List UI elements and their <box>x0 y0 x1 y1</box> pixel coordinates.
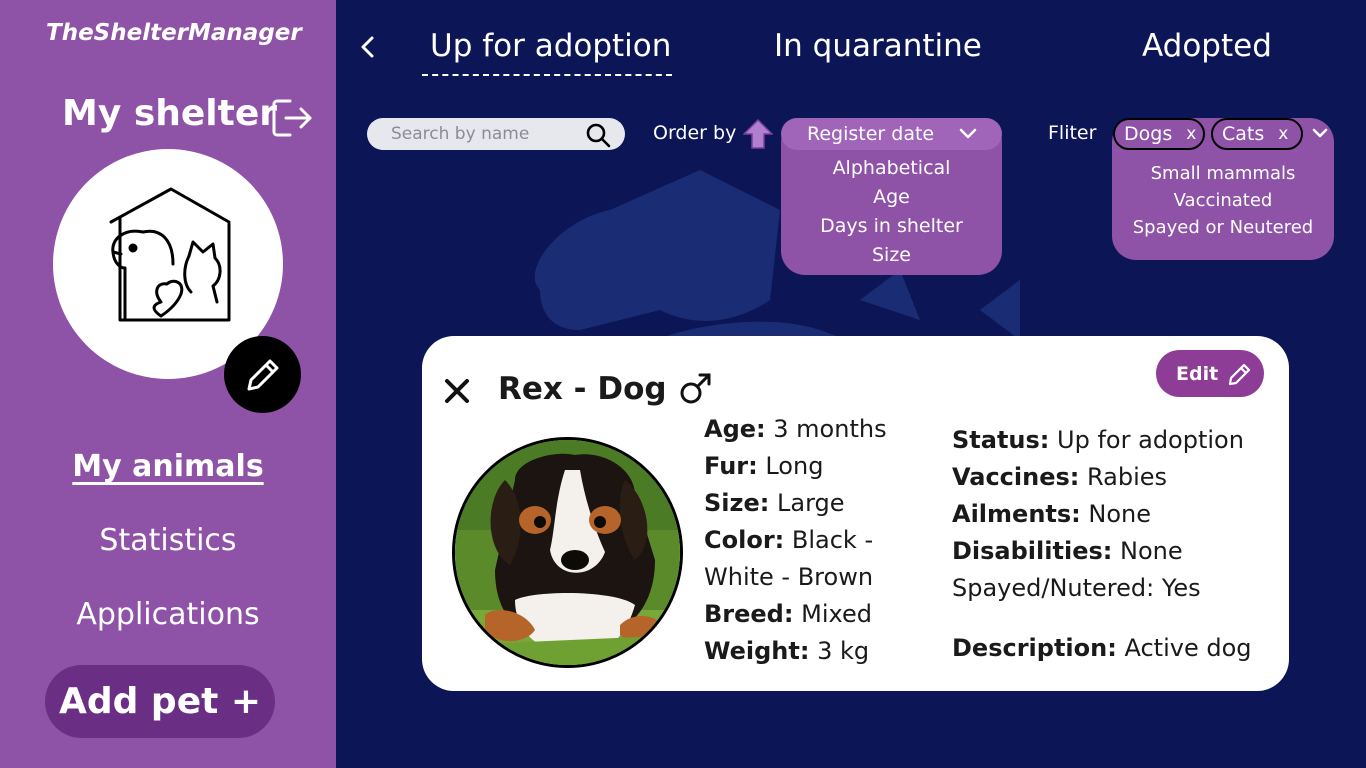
pet-name: Rex - Dog <box>498 371 667 407</box>
filter-chip-cats: Cats x <box>1211 118 1303 150</box>
logout-icon[interactable] <box>270 96 314 140</box>
pet-card: Rex - Dog Edit Age: 3 months Fur: Long S… <box>422 336 1289 691</box>
order-selected-value: Register date <box>807 123 935 145</box>
filter-chip-dogs: Dogs x <box>1113 118 1205 150</box>
male-icon <box>680 373 711 404</box>
sidebar-item-applications[interactable]: Applications <box>0 597 336 632</box>
pet-age: Age: 3 months <box>704 415 887 443</box>
filter-chip-label: Dogs <box>1124 123 1173 145</box>
pet-color: Color: Black - <box>704 526 874 554</box>
pet-size: Size: Large <box>704 489 845 517</box>
order-option-age[interactable]: Age <box>781 186 1002 208</box>
pet-breed: Breed: Mixed <box>704 600 872 628</box>
filter-option-vaccinated[interactable]: Vaccinated <box>1112 190 1334 211</box>
pet-disabilities: Disabilities: None <box>952 537 1183 565</box>
remove-chip-icon[interactable]: x <box>1278 124 1288 144</box>
tab-up-for-adoption[interactable]: Up for adoption <box>430 28 671 64</box>
pet-photo <box>452 437 683 668</box>
edit-logo-button[interactable] <box>224 336 301 413</box>
filter-chip-label: Cats <box>1222 123 1265 145</box>
search-input[interactable] <box>391 124 581 144</box>
tab-in-quarantine[interactable]: In quarantine <box>774 28 982 64</box>
filter-option-spayed-neutered[interactable]: Spayed or Neutered <box>1112 217 1334 238</box>
shelter-title: My shelter <box>62 93 278 134</box>
sidebar: TheShelterManager My shelter My animals … <box>0 0 336 768</box>
pet-spayed-neutered: Spayed/Nutered: Yes <box>952 574 1201 602</box>
add-pet-button[interactable]: Add pet + <box>45 665 275 738</box>
arrow-up-icon[interactable] <box>743 119 773 149</box>
order-select[interactable]: Register date <box>781 118 1002 150</box>
pet-description: Description: Active dog <box>952 634 1252 662</box>
back-chevron-icon[interactable] <box>352 30 384 64</box>
filter-option-small-mammals[interactable]: Small mammals <box>1112 163 1334 184</box>
sidebar-item-statistics[interactable]: Statistics <box>0 523 336 558</box>
active-tab-underline <box>422 74 672 76</box>
pet-status: Status: Up for adoption <box>952 426 1244 454</box>
order-option-size[interactable]: Size <box>781 244 1002 266</box>
pet-color-continued: White - Brown <box>704 563 874 591</box>
pet-weight: Weight: 3 kg <box>704 637 870 665</box>
pet-vaccines: Vaccines: Rabies <box>952 463 1168 491</box>
brand-name: TheShelterManager <box>46 20 302 46</box>
edit-pet-button[interactable]: Edit <box>1156 350 1264 397</box>
chevron-down-icon[interactable] <box>1312 128 1328 140</box>
remove-chip-icon[interactable]: x <box>1186 124 1196 144</box>
order-by-label: Order by <box>653 122 737 144</box>
pencil-icon <box>1229 363 1251 385</box>
search-box <box>367 118 625 150</box>
shelter-logo-icon <box>109 187 231 322</box>
pencil-icon <box>247 359 278 390</box>
order-option-alphabetical[interactable]: Alphabetical <box>781 157 1002 179</box>
order-option-days-in-shelter[interactable]: Days in shelter <box>781 215 1002 237</box>
tab-adopted[interactable]: Adopted <box>1142 28 1272 64</box>
close-icon[interactable] <box>442 376 472 406</box>
search-icon[interactable] <box>585 122 611 148</box>
pet-ailments: Ailments: None <box>952 500 1152 528</box>
filter-label: Fliter <box>1048 122 1097 144</box>
edit-label: Edit <box>1176 362 1219 385</box>
chevron-down-icon <box>959 128 977 139</box>
sidebar-item-my-animals[interactable]: My animals <box>0 449 336 484</box>
pet-fur: Fur: Long <box>704 452 824 480</box>
